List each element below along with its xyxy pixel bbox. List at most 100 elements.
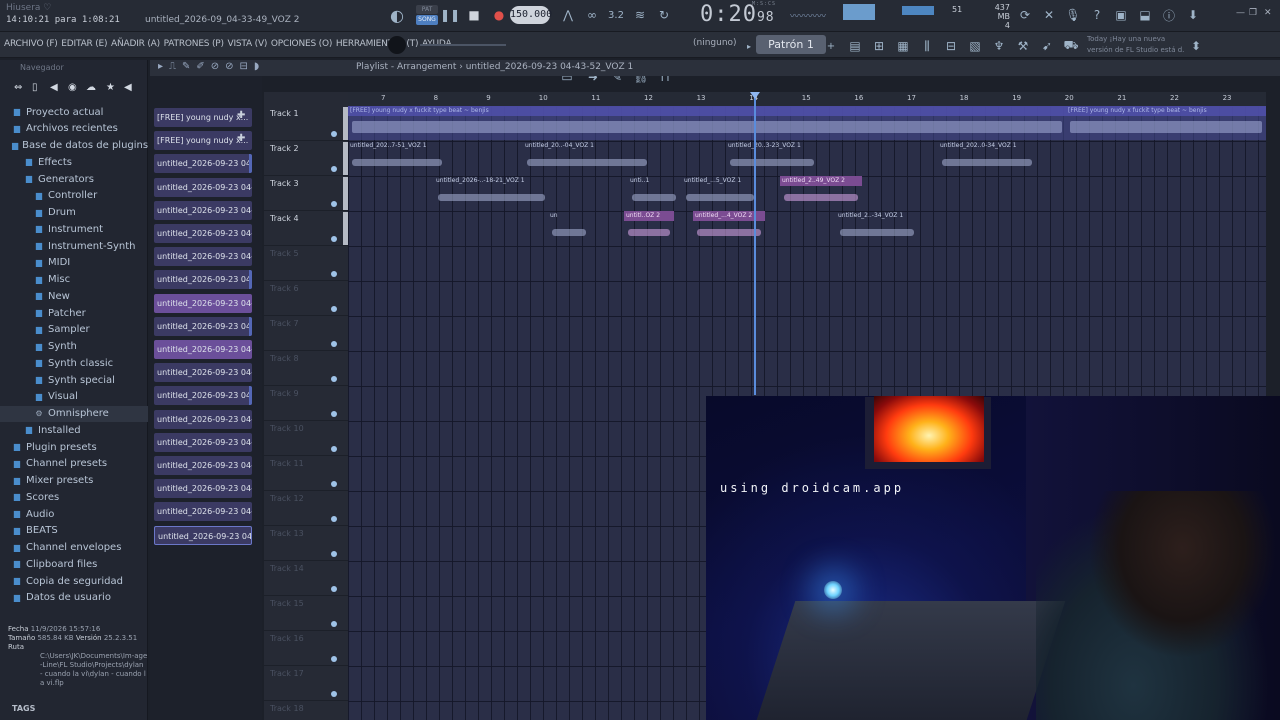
pat-mode[interactable]: PAT	[416, 5, 438, 14]
track-mute-led[interactable]	[331, 551, 337, 557]
browser-item[interactable]: ▆ Synth special	[0, 372, 148, 388]
picker-item[interactable]: untitled_2026-09-23 04-...	[154, 247, 252, 267]
track-header[interactable]: Track 12	[264, 491, 348, 526]
picker-item[interactable]: untitled_2026-09-23 04-...	[154, 177, 252, 197]
playlist-icon[interactable]: ▤	[846, 36, 864, 56]
track-mute-led[interactable]	[331, 446, 337, 452]
files-filter-icon[interactable]: ▯	[32, 82, 38, 93]
add-pattern-icon[interactable]: +	[826, 36, 836, 56]
browser-item[interactable]: ▆ BEATS	[0, 523, 148, 539]
track-header[interactable]: Track 5	[264, 246, 348, 281]
audio-clip[interactable]: untitl..OZ 2	[624, 211, 674, 245]
track-mute-led[interactable]	[331, 201, 337, 207]
track-mute-led[interactable]	[331, 131, 337, 137]
wait-input-icon[interactable]: ∞	[582, 5, 602, 25]
channel-rack-icon[interactable]: ▦	[894, 36, 912, 56]
plus-icon[interactable]: ✚	[237, 110, 245, 121]
record-icon[interactable]: ●	[490, 5, 508, 25]
audio-clip[interactable]: untitled_20..-04_VOZ 1	[523, 141, 651, 175]
picker-item[interactable]: untitled_2026-09-23 04-...	[154, 224, 252, 243]
track-mute-led[interactable]	[331, 166, 337, 172]
browser-item[interactable]: ▆ Datos de usuario	[0, 590, 148, 606]
browser-item[interactable]: ▆ Visual	[0, 389, 148, 405]
pattern-selector[interactable]: Patrón 1	[756, 35, 826, 54]
plugin-filter-icon[interactable]: ◀	[50, 82, 58, 93]
panic-icon[interactable]: ✕	[1040, 5, 1058, 25]
master-pitch-slider[interactable]	[420, 44, 506, 46]
track-mute-led[interactable]	[331, 516, 337, 522]
browser-item[interactable]: ▆ Synth	[0, 339, 148, 355]
track-header[interactable]: Track 14	[264, 561, 348, 596]
audio-clip[interactable]: untitled_20..3-23_VOZ 1	[726, 141, 818, 175]
audio-clip[interactable]: [FREE] young nudy x fuckit type beat ~ b…	[1066, 106, 1266, 140]
picker-item[interactable]: untitled_2026-09-23 04-...	[154, 525, 252, 545]
browser-item[interactable]: ▆ Scores	[0, 489, 148, 505]
browser-item[interactable]: ▆ Clipboard files	[0, 556, 148, 572]
browser-item[interactable]: ▆ Instrument	[0, 221, 148, 237]
render-icon[interactable]: ⬓	[1136, 5, 1154, 25]
track-header[interactable]: Track 9	[264, 386, 348, 421]
browser-item[interactable]: ▆ Patcher	[0, 305, 148, 321]
browser-item[interactable]: ▆ Synth classic	[0, 355, 148, 371]
song-mode[interactable]: SONG	[416, 15, 438, 25]
pattern-selector-none[interactable]: (ninguno)	[693, 38, 737, 48]
audio-clip[interactable]: untitled_2026-..-18-21_VOZ 1	[434, 176, 549, 210]
track-header[interactable]: Track 2	[264, 141, 348, 176]
audio-clip[interactable]: untitled_...5_VOZ 1	[682, 176, 758, 210]
track-header[interactable]: Track 1	[264, 106, 348, 141]
picker-item[interactable]: untitled_2026-09-23 04-...	[154, 154, 252, 174]
track-header[interactable]: Track 4	[264, 211, 348, 246]
playlist-tool-icons[interactable]: ▸⎍✎✐⊘⊘⊟◗	[158, 61, 265, 72]
track-mute-led[interactable]	[331, 236, 337, 242]
audio-clip[interactable]: [FREE] young nudy x fuckit type beat ~ b…	[348, 106, 1066, 140]
picker-item[interactable]: untitled_2026-09-23 04-...	[154, 386, 252, 406]
track-mute-led[interactable]	[331, 341, 337, 347]
menu-vista[interactable]: VISTA (V)	[228, 39, 268, 49]
picker-item[interactable]: untitled_2026-09-23 04-...	[154, 479, 252, 499]
news-icon[interactable]: ⬍	[1188, 36, 1204, 56]
track-mute-led[interactable]	[331, 306, 337, 312]
audio-clip[interactable]: unti..1	[628, 176, 680, 210]
metronome-icon[interactable]: ⋀	[558, 5, 578, 25]
browser-item[interactable]: ▆ Generators	[0, 171, 148, 187]
browser-item[interactable]: ▆ Channel envelopes	[0, 540, 148, 556]
track-header[interactable]: Track 13	[264, 526, 348, 561]
save-icon[interactable]: ▣	[1112, 5, 1130, 25]
help-icon[interactable]: ?	[1088, 5, 1106, 25]
close-icon[interactable]: ✕	[1264, 8, 1272, 18]
menu-archivo[interactable]: ARCHIVO (F)	[4, 39, 58, 49]
countdown-icon[interactable]: 3.2	[606, 5, 626, 25]
menu-editar[interactable]: EDITAR (E)	[61, 39, 107, 49]
favorites-icon[interactable]: ★	[106, 82, 115, 93]
cloud-filter-icon[interactable]: ☁	[86, 82, 96, 93]
audio-clip[interactable]: untitled_202..7-51_VOZ 1	[348, 141, 446, 175]
playhead[interactable]	[754, 92, 756, 395]
plugin-picker-icon[interactable]: ▧	[966, 36, 984, 56]
audio-filter-icon[interactable]: ◉	[68, 82, 77, 93]
picker-item[interactable]: untitled_2026-09-23 04-...	[154, 340, 252, 359]
loop-record-icon[interactable]: ↻	[654, 5, 674, 25]
track-header[interactable]: Track 16	[264, 631, 348, 666]
browser-item[interactable]: ▆ Controller	[0, 188, 148, 204]
track-mute-led[interactable]	[331, 271, 337, 277]
download-icon[interactable]: ⬇	[1184, 5, 1202, 25]
prev-pattern-icon[interactable]: ▸	[744, 36, 754, 56]
master-volume-knob-icon[interactable]: ◐	[386, 5, 408, 25]
refresh-icon[interactable]: ⟳	[1016, 5, 1034, 25]
browser-item[interactable]: ▆ Plugin presets	[0, 439, 148, 455]
audio-clip[interactable]: untitled_2..-34_VOZ 1	[836, 211, 918, 245]
browser-toggle-icon[interactable]: ⊟	[942, 36, 960, 56]
browser-item[interactable]: ▆ Installed	[0, 422, 148, 438]
pitch-knob-icon[interactable]	[388, 36, 406, 54]
browser-item[interactable]: ▆ Audio	[0, 506, 148, 522]
audio-clip[interactable]: untitled_2..49_VOZ 2	[780, 176, 862, 210]
stop-icon[interactable]: ■	[465, 5, 483, 25]
browser-item[interactable]: ▆ Drum	[0, 205, 148, 221]
plus-icon[interactable]: ✚	[237, 133, 245, 144]
track-header[interactable]: Track 18	[264, 701, 348, 720]
audio-clip[interactable]: untitled_202..0-34_VOZ 1	[938, 141, 1036, 175]
browser-item[interactable]: ▆ Misc	[0, 272, 148, 288]
track-header[interactable]: Track 8	[264, 351, 348, 386]
cart-icon[interactable]: ⛟	[1062, 36, 1080, 56]
prev-icon[interactable]: ◀	[124, 82, 132, 93]
